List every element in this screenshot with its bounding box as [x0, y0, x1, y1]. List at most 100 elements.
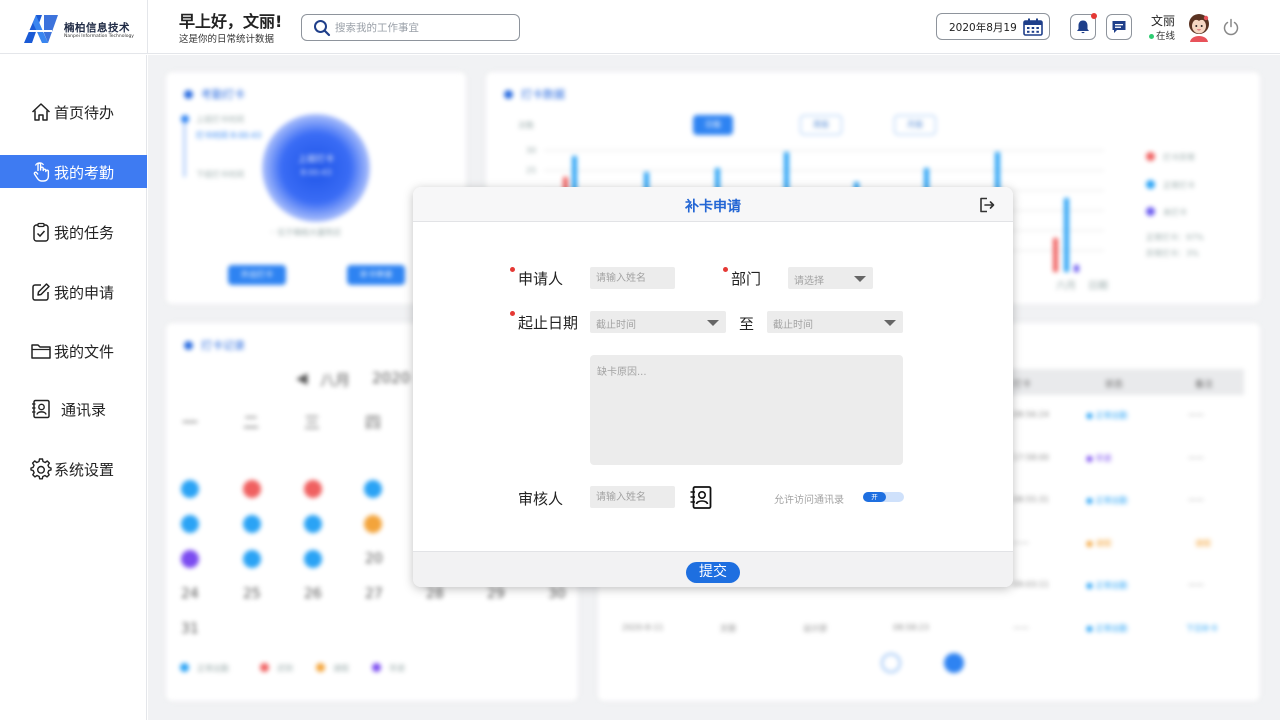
calendar-month: 八月 [320, 371, 351, 389]
table-cell: —— [1188, 410, 1204, 419]
gear-icon [30, 458, 52, 480]
calendar-day[interactable] [304, 550, 322, 568]
sidebar-item-home[interactable]: 首页待办 [0, 95, 147, 128]
tab-week[interactable]: 周报 [800, 115, 842, 135]
calendar-day[interactable] [181, 515, 199, 533]
required-marker [723, 267, 728, 272]
table-cell: ● 正常出勤 [1086, 496, 1128, 505]
punch-circle-label: 上班打卡 [297, 155, 334, 165]
calendar-day[interactable] [243, 515, 261, 533]
calendar-day[interactable]: 31 [181, 621, 199, 637]
calendar-day[interactable]: 27 [365, 586, 383, 602]
calendar-icon [1023, 18, 1043, 36]
calendar-day[interactable]: 29 [487, 586, 505, 602]
timeline-text: 打卡时间 8:00:43 [196, 131, 262, 140]
notification-button[interactable] [1070, 13, 1097, 40]
allow-contacts-toggle[interactable]: 开 [863, 492, 904, 502]
out-punch-button[interactable]: 外出打卡 [228, 265, 286, 285]
table-cell: ● 正常出勤 [1086, 624, 1128, 633]
start-date-select[interactable]: 截止时间 [590, 311, 726, 333]
timeline-text: 上班打卡时间 [196, 115, 244, 124]
table-header-cell: 状态 [1105, 380, 1124, 390]
apply-card-button[interactable]: 补卡申请 [347, 265, 405, 285]
reason-textarea[interactable] [590, 355, 903, 465]
sidebar-item-label: 我的任务 [54, 224, 115, 242]
search-icon [314, 20, 331, 37]
reviewer-input[interactable] [590, 486, 675, 508]
applicant-input[interactable] [590, 267, 675, 289]
table-cell: —— [1013, 623, 1029, 632]
calendar-year: 2020 [372, 369, 411, 387]
search-box[interactable] [301, 14, 520, 41]
weekday: 一 [182, 413, 199, 432]
department-select[interactable]: 请选择 [788, 267, 873, 289]
calendar-day[interactable]: 28 [426, 586, 444, 602]
calendar-prev-icon[interactable]: ◀ [296, 369, 308, 387]
table-cell: —— [1188, 453, 1204, 462]
timeline-dot [181, 115, 189, 123]
calendar-day[interactable]: 25 [243, 586, 261, 602]
table-cell: 文丽 [720, 624, 736, 633]
chart-y-label: 次数 [518, 121, 534, 130]
calendar-day[interactable]: 30 [548, 586, 566, 602]
logo-text-en: Nanpei Information Technology [64, 34, 134, 39]
sidebar-item-attendance[interactable]: 我的考勤 [0, 155, 147, 188]
company-logo[interactable]: 楠柏信息技术 Nanpei Information Technology [22, 11, 134, 45]
tab-month[interactable]: 月报 [894, 115, 936, 135]
table-cell: ● 正常出勤 [1086, 581, 1128, 590]
punch-circle[interactable]: 上班打卡 8:00:43 [262, 114, 370, 222]
calendar-day[interactable] [243, 550, 261, 568]
pagination-next[interactable] [944, 653, 964, 673]
sidebar: 首页待办 我的考勤 我的任务 我的申请 我的文件 通讯录 系统设置 [0, 55, 147, 720]
contact-book-icon[interactable] [689, 485, 713, 511]
sidebar-item-contacts[interactable]: 通讯录 [0, 392, 147, 425]
table-cell: ● 正常出勤 [1086, 411, 1128, 420]
sidebar-item-label: 我的文件 [54, 343, 115, 361]
calendar-day[interactable] [364, 480, 382, 498]
table-cell: 08:56:24 [1013, 410, 1049, 419]
table-cell: 09:03:11 [1013, 580, 1049, 589]
date-range-label: 起止日期 [518, 314, 579, 332]
sidebar-item-files[interactable]: 我的文件 [0, 334, 147, 367]
end-date-select[interactable]: 截止时间 [767, 311, 903, 333]
submit-button[interactable]: 提交 [686, 562, 740, 583]
exit-icon[interactable] [978, 196, 996, 214]
search-input[interactable] [335, 18, 513, 37]
calendar-day[interactable] [181, 480, 199, 498]
power-icon[interactable] [1222, 18, 1240, 36]
chart-tick: 25 [526, 166, 537, 175]
calendar-day[interactable] [304, 480, 322, 498]
home-icon [31, 103, 51, 121]
message-button[interactable] [1106, 14, 1132, 40]
chevron-down-icon [707, 320, 719, 326]
calendar-day[interactable]: 24 [181, 586, 199, 602]
date-picker[interactable]: 2020年8月19 [936, 13, 1050, 40]
calendar-day[interactable] [181, 550, 199, 568]
calendar-day[interactable]: 20 [365, 551, 383, 567]
avatar[interactable] [1185, 12, 1213, 42]
calendar-day[interactable] [364, 515, 382, 533]
calendar-day[interactable] [243, 480, 261, 498]
grid-line [544, 170, 1104, 171]
table-cell: 17:58:00 [1013, 453, 1049, 462]
end-date-placeholder: 截止时间 [773, 320, 813, 331]
pagination-prev[interactable] [881, 653, 901, 673]
sidebar-item-applications[interactable]: 我的申请 [0, 275, 147, 308]
calendar-legend: 正常出勤 [180, 663, 229, 674]
timeline-text: 下班打卡时间 [196, 170, 244, 179]
notification-dot [1091, 13, 1097, 19]
table-header-cell: 备注 [1195, 380, 1214, 390]
legend-item: 正常打卡 [1146, 180, 1195, 191]
table-cell: 2020-8-11 [622, 623, 664, 632]
sidebar-item-tasks[interactable]: 我的任务 [0, 215, 147, 248]
calendar-day[interactable] [304, 515, 322, 533]
sidebar-item-label: 我的考勤 [54, 164, 115, 182]
tab-day[interactable]: 日报 [693, 115, 733, 135]
sidebar-item-settings[interactable]: 系统设置 [0, 452, 147, 485]
department-select-placeholder: 请选择 [794, 276, 824, 287]
calendar-day[interactable]: 26 [304, 586, 322, 602]
sidebar-item-label: 我的申请 [54, 284, 115, 302]
table-cell: 08:58:23 [893, 623, 929, 632]
dialog-footer: 提交 [413, 551, 1013, 587]
table-header-cell: 打卡 [1013, 380, 1032, 390]
